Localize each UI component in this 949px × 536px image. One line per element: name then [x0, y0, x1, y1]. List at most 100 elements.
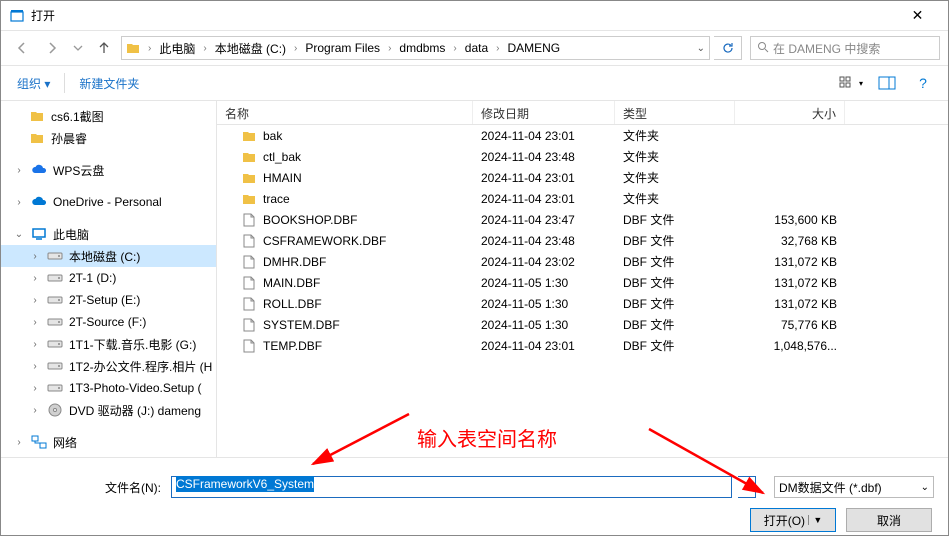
table-row[interactable]: DMHR.DBF2024-11-04 23:02DBF 文件131,072 KB	[217, 251, 948, 272]
drive-icon	[47, 292, 63, 308]
tree-item-f[interactable]: › 2T-Source (F:)	[1, 311, 216, 333]
table-row[interactable]: bak2024-11-04 23:01文件夹	[217, 125, 948, 146]
table-row[interactable]: MAIN.DBF2024-11-05 1:30DBF 文件131,072 KB	[217, 272, 948, 293]
filename-label: 文件名(N):	[15, 479, 165, 496]
file-icon	[241, 296, 257, 312]
tree-item[interactable]: 孙晨睿	[1, 127, 216, 149]
crumb-pc[interactable]: 此电脑	[155, 37, 199, 59]
drive-icon	[47, 358, 63, 374]
table-row[interactable]: ROLL.DBF2024-11-05 1:30DBF 文件131,072 KB	[217, 293, 948, 314]
expander-icon[interactable]: ›	[29, 317, 41, 328]
search-icon	[757, 41, 769, 56]
column-type[interactable]: 类型	[615, 101, 735, 124]
expander-icon[interactable]: ›	[13, 437, 25, 448]
breadcrumb[interactable]: › 此电脑 › 本地磁盘 (C:) › Program Files › dmdb…	[121, 36, 710, 60]
expander-icon[interactable]: ›	[29, 273, 41, 284]
tree-label: 本地磁盘 (C:)	[69, 248, 140, 265]
organize-button[interactable]: 组织 ▾	[11, 71, 56, 96]
folder-icon	[241, 149, 257, 165]
file-type: 文件夹	[615, 148, 735, 165]
cancel-button[interactable]: 取消	[846, 508, 932, 532]
file-icon	[241, 233, 257, 249]
file-type: DBF 文件	[615, 211, 735, 228]
search-input[interactable]: 在 DAMENG 中搜索	[750, 36, 940, 60]
chevron-right-icon[interactable]: ›	[449, 43, 460, 54]
tree-item-d[interactable]: › 2T-1 (D:)	[1, 267, 216, 289]
tree-item-wps[interactable]: › WPS云盘	[1, 159, 216, 181]
tree-item-i[interactable]: › 1T3-Photo-Video.Setup (	[1, 377, 216, 399]
expander-icon[interactable]: ›	[29, 405, 41, 416]
chevron-right-icon[interactable]: ›	[199, 43, 210, 54]
chevron-right-icon[interactable]: ›	[492, 43, 503, 54]
expander-icon[interactable]: ›	[29, 383, 41, 394]
tree-item-pc[interactable]: ⌄ 此电脑	[1, 223, 216, 245]
nav-row: › 此电脑 › 本地磁盘 (C:) › Program Files › dmdb…	[1, 31, 948, 65]
file-name: TEMP.DBF	[263, 339, 322, 353]
tree-item[interactable]: cs6.1截图	[1, 105, 216, 127]
folder-icon	[241, 191, 257, 207]
chevron-right-icon[interactable]: ›	[290, 43, 301, 54]
forward-button[interactable]	[39, 35, 65, 61]
table-row[interactable]: TEMP.DBF2024-11-04 23:01DBF 文件1,048,576.…	[217, 335, 948, 356]
tree-item-localc[interactable]: › 本地磁盘 (C:)	[1, 245, 216, 267]
file-name: MAIN.DBF	[263, 276, 320, 290]
drive-icon	[47, 314, 63, 330]
table-row[interactable]: SYSTEM.DBF2024-11-05 1:30DBF 文件75,776 KB	[217, 314, 948, 335]
expander-icon[interactable]: ›	[29, 295, 41, 306]
crumb-programfiles[interactable]: Program Files	[301, 37, 384, 59]
folder-icon	[29, 130, 45, 146]
table-row[interactable]: CSFRAMEWORK.DBF2024-11-04 23:48DBF 文件32,…	[217, 230, 948, 251]
crumb-c[interactable]: 本地磁盘 (C:)	[211, 37, 290, 59]
cloud-icon	[31, 194, 47, 210]
tree-label: 网络	[53, 434, 77, 451]
table-row[interactable]: ctl_bak2024-11-04 23:48文件夹	[217, 146, 948, 167]
table-row[interactable]: trace2024-11-04 23:01文件夹	[217, 188, 948, 209]
recent-locations-button[interactable]	[69, 35, 87, 61]
list-header[interactable]: 名称 修改日期 类型 大小	[217, 101, 948, 125]
crumb-dameng[interactable]: DAMENG	[503, 37, 564, 59]
tree-label: cs6.1截图	[51, 108, 104, 125]
expander-icon[interactable]: ›	[29, 339, 41, 350]
view-options-button[interactable]: ▾	[836, 72, 866, 94]
expander-icon[interactable]: ›	[29, 251, 41, 262]
tree-item-h[interactable]: › 1T2-办公文件.程序.相片 (H	[1, 355, 216, 377]
chevron-right-icon[interactable]: ›	[144, 43, 155, 54]
table-row[interactable]: BOOKSHOP.DBF2024-11-04 23:47DBF 文件153,60…	[217, 209, 948, 230]
tree-item-g[interactable]: › 1T1-下载.音乐.电影 (G:)	[1, 333, 216, 355]
column-name[interactable]: 名称	[217, 101, 473, 124]
toolbar: 组织 ▾ 新建文件夹 ▾ ?	[1, 65, 948, 101]
tree-label: 1T1-下载.音乐.电影 (G:)	[69, 336, 196, 353]
open-button[interactable]: 打开(O) ▼	[750, 508, 836, 532]
tree-item-onedrive[interactable]: › OneDrive - Personal	[1, 191, 216, 213]
chevron-right-icon[interactable]: ›	[384, 43, 395, 54]
expander-icon[interactable]: ›	[13, 197, 25, 208]
nav-tree[interactable]: cs6.1截图 孙晨睿 › WPS云盘 › OneDrive - Persona…	[1, 101, 217, 457]
column-date[interactable]: 修改日期	[473, 101, 615, 124]
tree-label: 1T2-办公文件.程序.相片 (H	[69, 358, 212, 375]
file-date: 2024-11-05 1:30	[473, 318, 615, 332]
column-size[interactable]: 大小	[735, 101, 845, 124]
expander-icon[interactable]: ⌄	[13, 229, 25, 240]
file-name: DMHR.DBF	[263, 255, 326, 269]
drive-icon	[47, 248, 63, 264]
chevron-down-icon[interactable]: ⌄	[697, 43, 705, 54]
crumb-data[interactable]: data	[461, 37, 492, 59]
new-folder-button[interactable]: 新建文件夹	[73, 71, 145, 96]
preview-pane-button[interactable]	[872, 72, 902, 94]
filename-dropdown[interactable]: ⌄	[738, 476, 756, 498]
tree-item-dvd[interactable]: › DVD 驱动器 (J:) dameng	[1, 399, 216, 421]
help-button[interactable]: ?	[908, 72, 938, 94]
tree-item-e[interactable]: › 2T-Setup (E:)	[1, 289, 216, 311]
close-button[interactable]: ✕	[895, 1, 940, 31]
expander-icon[interactable]: ›	[29, 361, 41, 372]
crumb-dmdbms[interactable]: dmdbms	[395, 37, 449, 59]
back-button[interactable]	[9, 35, 35, 61]
filename-input[interactable]: CSFrameworkV6_System	[171, 476, 732, 498]
table-row[interactable]: HMAIN2024-11-04 23:01文件夹	[217, 167, 948, 188]
up-button[interactable]	[91, 35, 117, 61]
tree-item-network[interactable]: › 网络	[1, 431, 216, 453]
file-filter[interactable]: DM数据文件 (*.dbf) ⌄	[774, 476, 934, 498]
refresh-button[interactable]	[714, 36, 742, 60]
expander-icon[interactable]: ›	[13, 165, 25, 176]
list-body[interactable]: bak2024-11-04 23:01文件夹ctl_bak2024-11-04 …	[217, 125, 948, 457]
